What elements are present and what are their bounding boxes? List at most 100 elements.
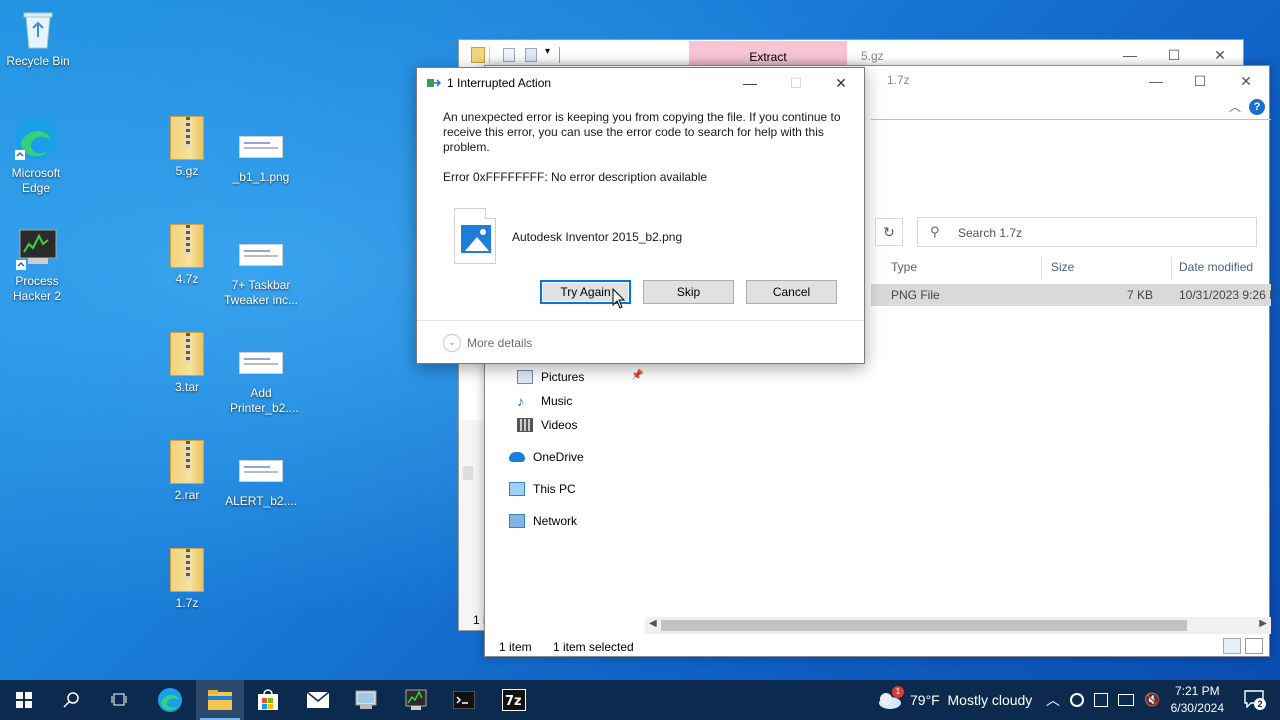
desktop-icon-alert[interactable]: ALERT_b2.... [223,450,299,509]
png-file-icon [239,136,283,158]
edge-icon [158,688,182,712]
desktop-icon-process-hacker[interactable]: Process Hacker 2 [0,228,75,304]
large-icons-view-button[interactable] [1245,638,1263,654]
desktop-icon-label: 5.gz [175,164,199,178]
error-code: Error 0xFFFFFFFF: No error description a… [443,170,708,184]
nav-item-this-pc[interactable]: This PC [509,479,576,499]
file-explorer-icon [208,690,232,710]
taskbar-mail[interactable] [294,680,342,720]
archive-folder-icon [471,47,485,63]
show-hidden-icons-icon[interactable]: ︿ [1046,690,1060,710]
png-file-icon [239,352,283,374]
close-button[interactable]: ✕ [1197,44,1243,66]
column-header-size[interactable]: Size [1051,254,1074,280]
this-pc-icon [509,482,525,496]
desktop-icon-recycle-bin[interactable]: Recycle Bin [0,8,76,69]
desktop-icon-5gz[interactable]: 5.gz [149,116,225,179]
desktop-icon-label: Process Hacker 2 [12,274,62,303]
skip-button[interactable]: Skip [643,280,734,304]
file-size: 7 KB [1127,288,1154,302]
more-details-toggle[interactable]: ⌄ More details [443,334,532,352]
nav-item-network[interactable]: Network [509,511,577,531]
clock-date: 6/30/2024 [1170,701,1224,715]
network-icon[interactable] [1118,694,1134,706]
scroll-left-icon[interactable]: ◀ [649,618,657,629]
pictures-icon [517,370,533,384]
properties-icon[interactable] [503,48,515,62]
file-row-selected[interactable]: PNG File 7 KB 10/31/2023 9:26 P [871,284,1277,306]
clock[interactable]: 7:21 PM 6/30/2024 [1171,683,1224,717]
taskbar-file-explorer[interactable] [196,680,244,720]
taskbar: 7z 1 79°F Mostly cloudy ︿ 🔇 7:21 PM 6/30… [0,680,1280,720]
scrollbar-thumb[interactable] [661,620,1187,631]
cancel-button[interactable]: Cancel [746,280,837,304]
nav-item-videos[interactable]: Videos [517,415,577,435]
onedrive-icon [509,452,525,462]
minimize-button[interactable]: — [727,72,773,94]
meet-now-icon[interactable] [1094,693,1108,707]
taskbar-archive-tool[interactable] [342,680,390,720]
taskbar-edge[interactable] [146,680,194,720]
taskbar-terminal[interactable] [440,680,488,720]
desktop-icon-edge[interactable]: Microsoft Edge [0,116,74,196]
refresh-button[interactable]: ↻ [875,218,903,246]
desktop-icon-2rar[interactable]: 2.rar [149,440,225,503]
customize-quick-access-icon[interactable]: ▾ [545,46,550,57]
desktop-icon-17z[interactable]: 1.7z [149,548,225,611]
pin-icon[interactable]: 📌 [631,370,643,381]
scroll-right-icon[interactable]: ▶ [1259,618,1267,629]
dialog-title: 1 Interrupted Action [447,76,552,90]
chevron-up-icon[interactable]: ︿ [1229,98,1241,115]
search-input[interactable]: ⚲ Search 1.7z [917,217,1257,247]
task-view-icon [111,693,127,706]
dialog-title-bar[interactable]: 1 Interrupted Action — ☐ ✕ [417,68,864,98]
close-button[interactable]: ✕ [818,72,864,94]
nav-item-music[interactable]: ♪ Music [517,391,572,411]
desktop-icon-label: Add Printer_b2.... [230,386,299,415]
nav-pane-fragment [459,420,485,630]
record-icon[interactable] [1070,693,1084,707]
videos-icon [517,418,533,432]
action-center-button[interactable]: 2 [1244,690,1266,710]
desktop-icon-47z[interactable]: 4.7z [149,224,225,287]
weather-widget[interactable]: 1 79°F Mostly cloudy [876,680,1032,720]
zip-folder-icon [170,548,204,592]
help-icon[interactable]: ? [1249,99,1265,115]
taskbar-store[interactable] [244,680,292,720]
desktop-icon-label: Microsoft Edge [11,166,61,195]
new-folder-icon[interactable] [525,48,537,62]
minimize-button[interactable]: — [1107,44,1153,66]
maximize-button[interactable]: ☐ [1151,44,1197,66]
desktop-icon-label: 4.7z [175,272,199,286]
minimize-button[interactable]: — [1133,70,1179,92]
interrupted-action-dialog[interactable]: 1 Interrupted Action — ☐ ✕ An unexpected… [416,67,865,364]
file-date: 10/31/2023 9:26 P [1179,288,1278,302]
terminal-icon [453,691,475,709]
start-button[interactable] [0,680,48,720]
task-view-button[interactable] [96,680,144,720]
search-placeholder: Search 1.7z [958,226,1023,240]
edge-icon [13,116,59,162]
details-view-button[interactable] [1223,638,1241,654]
archive-tool-icon [355,690,377,709]
status-selected: 1 item selected [553,640,634,654]
nav-item-pictures[interactable]: Pictures [517,367,584,387]
taskbar-7zip[interactable]: 7z [490,680,538,720]
horizontal-scrollbar[interactable]: ◀ ▶ [645,617,1271,634]
desktop-icon-taskbar-tweaker[interactable]: 7+ Taskbar Tweaker inc... [223,234,299,308]
desktop-icon-add-printer[interactable]: Add Printer_b2.... [223,342,299,416]
divider [489,47,490,63]
column-header-type[interactable]: Type [891,254,917,280]
maximize-button[interactable]: ☐ [1177,70,1223,92]
nav-item-onedrive[interactable]: OneDrive [509,447,584,467]
taskbar-search-button[interactable] [48,680,96,720]
zip-folder-icon [170,224,204,268]
close-button[interactable]: ✕ [1223,70,1269,92]
volume-muted-icon[interactable]: 🔇 [1144,692,1160,708]
column-header-date[interactable]: Date modified [1179,254,1253,280]
process-hacker-icon [405,689,427,710]
desktop-icon-3tar[interactable]: 3.tar [149,332,225,395]
desktop-icon-b1-png[interactable]: _b1_1.png [223,126,299,185]
chevron-down-icon: ⌄ [443,334,461,352]
taskbar-process-hacker[interactable] [392,680,440,720]
